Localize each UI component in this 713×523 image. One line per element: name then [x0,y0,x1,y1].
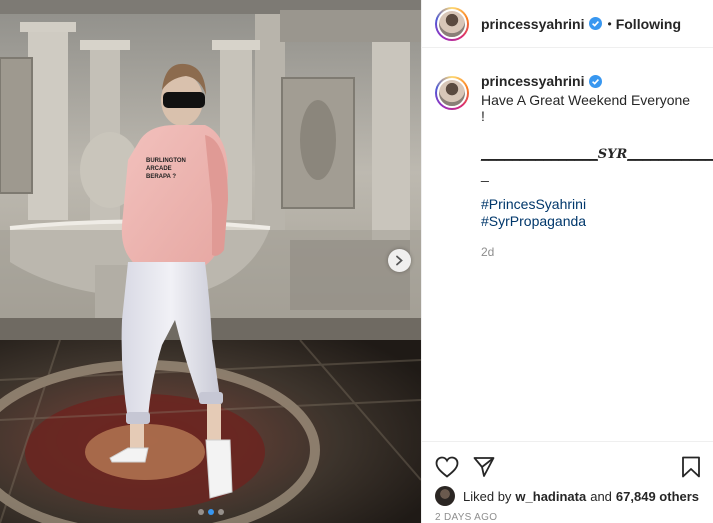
caption-body: princessyahrini Have A Great Weekend Eve… [481,73,713,260]
post-photo[interactable]: BURLINGTON ARCADE BERAPA ? [0,0,421,523]
caption-username[interactable]: princessyahrini [481,73,585,89]
likes-others-link[interactable]: 67,849 others [616,489,699,504]
carousel-dot [197,509,204,515]
caption-block: princessyahrini Have A Great Weekend Eve… [422,48,713,260]
caption-avatar[interactable] [435,76,469,110]
header-separator: • [607,16,612,31]
share-button[interactable] [473,456,495,478]
likes-prefix: Liked by [463,488,512,504]
carousel-indicator [0,509,421,515]
svg-text:BERAPA ?: BERAPA ? [146,174,176,180]
signature-dash: _ [481,166,489,182]
like-button[interactable] [435,456,459,478]
caption-signature: _______________SYR_____________ [481,145,713,163]
heart-icon [435,456,459,478]
following-button[interactable]: Following [616,16,681,32]
caption-age: 2d [481,245,495,259]
likes-summary: Liked by w_hadinata and 67,849 others [422,482,713,506]
author-avatar-image [437,8,467,39]
post-side-panel: princessyahrini • Following princessyahr… [421,0,713,523]
post-photo-image: BURLINGTON ARCADE BERAPA ? [0,0,421,523]
carousel-dot [217,509,224,515]
post-footer: Liked by w_hadinata and 67,849 others 2 … [422,441,713,523]
carousel-next-button[interactable] [388,249,411,272]
hashtag-link[interactable]: #SyrPropaganda [481,213,691,230]
verified-badge-icon [588,17,602,30]
likes-joiner: and [590,488,612,504]
save-button[interactable] [681,456,701,478]
caption-text: Have A Great Weekend Everyone ! [481,92,691,124]
author-avatar[interactable] [435,6,469,41]
signature-line-left: _______________ [481,145,598,161]
direct-share-icon [473,457,495,477]
verified-badge-icon [588,74,602,88]
post-date: 2 DAYS AGO [435,512,498,523]
hashtag-link[interactable]: #PrincesSyahrini [481,196,691,213]
hashtag-list: #PrincesSyahrini #SyrPropaganda [481,196,691,230]
chevron-right-icon [396,255,403,266]
liker-username[interactable]: w_hadinata [515,489,586,504]
post-header: princessyahrini • Following [422,0,713,48]
carousel-dot-active [207,509,214,515]
signature-line-right: _____________ [627,145,713,161]
caption-header: princessyahrini [481,73,691,89]
liker-avatar[interactable] [435,486,455,506]
signature-mark: SYR [597,147,628,162]
bookmark-icon [682,456,700,478]
svg-text:BURLINGTON: BURLINGTON [146,158,186,164]
instagram-post: BURLINGTON ARCADE BERAPA ? princessyahri… [0,0,713,523]
author-username[interactable]: princessyahrini [481,16,585,32]
action-bar [422,442,713,482]
caption-avatar-image [437,78,467,108]
svg-text:ARCADE: ARCADE [146,166,172,172]
